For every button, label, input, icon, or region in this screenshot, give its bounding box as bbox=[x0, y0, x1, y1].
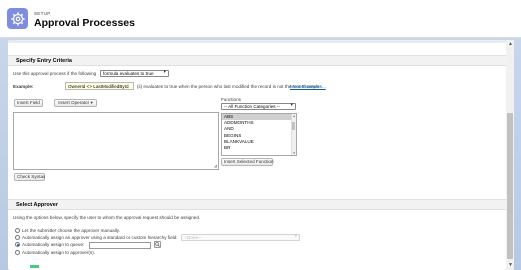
panel-top-edge bbox=[8, 40, 506, 43]
function-category-select[interactable]: -- All Function Categories -- bbox=[221, 103, 296, 110]
option-hierarchy-label: Automatically assign an approver using a… bbox=[22, 235, 178, 240]
criteria-type-select[interactable]: formula evaluates to true bbox=[100, 70, 169, 77]
resize-handle-icon[interactable]: ◢ bbox=[214, 164, 217, 168]
search-icon bbox=[155, 242, 160, 247]
chevron-down-icon: ▾ bbox=[90, 100, 93, 105]
select-approver-title: Select Approver bbox=[16, 202, 58, 208]
scroll-down-icon[interactable]: ▾ bbox=[293, 151, 295, 155]
more-examples-link[interactable]: More Examples... bbox=[290, 84, 326, 89]
option-approvers-label: Automatically assign to approver(s). bbox=[22, 250, 96, 255]
entry-criteria-intro: Use this approval process if the followi… bbox=[13, 71, 97, 76]
select-approver-intro: Using the options below, specify the use… bbox=[13, 215, 201, 220]
radio-manual-approver[interactable] bbox=[15, 228, 20, 233]
radio-assign-queue[interactable] bbox=[15, 242, 20, 247]
option-queue-label: Automatically assign to queue: bbox=[22, 242, 85, 247]
setup-label: SETUP bbox=[34, 11, 51, 16]
next-indicator bbox=[30, 265, 39, 268]
page-title: Approval Processes bbox=[34, 17, 135, 29]
insert-selected-function-button[interactable]: Insert Selected Function bbox=[221, 158, 274, 166]
scroll-up-icon[interactable]: ▴ bbox=[293, 114, 295, 118]
functions-scroll-thumb[interactable] bbox=[292, 122, 295, 130]
lookup-search-icon[interactable] bbox=[154, 241, 161, 248]
gear-icon bbox=[10, 11, 25, 26]
entry-criteria-title: Specify Entry Criteria bbox=[16, 58, 72, 64]
functions-scrollbar[interactable]: ▴ ▾ bbox=[291, 114, 296, 155]
formula-editor[interactable]: ◢ bbox=[13, 112, 219, 170]
functions-list[interactable]: ABS ADDMONTHS AND BEGINS BLANKVALUE BR ▴… bbox=[221, 113, 297, 156]
page-scroll-thumb[interactable] bbox=[507, 113, 513, 259]
app-header: SETUP Approval Processes bbox=[0, 0, 521, 38]
queue-lookup-input[interactable] bbox=[89, 242, 151, 249]
radio-hierarchy-field[interactable] bbox=[15, 235, 20, 240]
entry-criteria-header: Specify Entry Criteria bbox=[8, 55, 506, 66]
page-scroll-up-icon[interactable]: ▲ bbox=[508, 42, 513, 47]
select-approver-header: Select Approver bbox=[8, 199, 506, 210]
functions-label: Functions bbox=[221, 97, 241, 102]
function-item[interactable]: BR bbox=[222, 145, 296, 151]
hierarchy-field-select: --None-- bbox=[181, 234, 300, 241]
insert-operator-button[interactable]: Insert Operator ▾ bbox=[54, 99, 97, 107]
radio-assign-approvers[interactable] bbox=[15, 250, 20, 255]
option-manual-label: Let the submitter choose the approver ma… bbox=[22, 228, 120, 233]
check-syntax-button[interactable]: Check Syntax bbox=[14, 173, 45, 181]
page-scroll-down-icon[interactable]: ▼ bbox=[508, 263, 513, 268]
example-formula: OwnerId <> LastModifiedById bbox=[65, 82, 134, 90]
insert-field-button[interactable]: Insert Field bbox=[14, 99, 43, 107]
insert-operator-label: Insert Operator bbox=[58, 100, 90, 105]
setup-gear-icon bbox=[7, 8, 28, 29]
example-label: Example: bbox=[13, 84, 34, 89]
